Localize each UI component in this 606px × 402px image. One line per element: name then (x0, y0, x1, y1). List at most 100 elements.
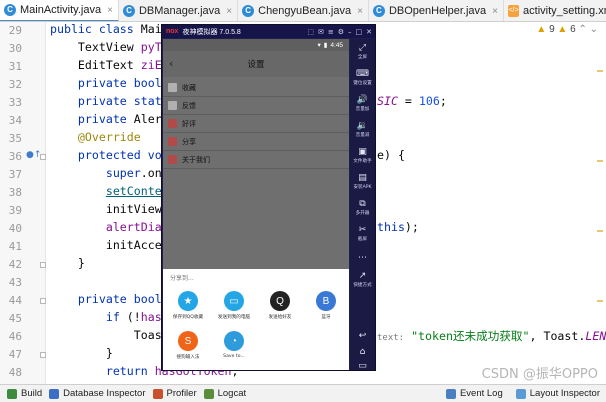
tool-icon: ⋯ (358, 253, 367, 263)
tool-label: 全屏 (357, 55, 368, 60)
close-tab-icon[interactable]: × (226, 6, 232, 17)
editor-scrollbar[interactable] (596, 40, 604, 380)
emulator-tool-3[interactable]: 🔉 音量减 (350, 121, 375, 138)
menu-icon[interactable]: ≡ (328, 28, 334, 36)
phone-screen[interactable]: ▾ ▮ 4:45 ‹ 设置 收藏 反馈 好评 分享 关于我们 分享到... ★ 保存到QQ… (163, 39, 349, 370)
code-line-44: private boolea (50, 292, 176, 306)
line-number: 46 (8, 330, 22, 343)
settings-item-4[interactable]: 关于我们 (163, 151, 349, 169)
emulator-tool-2[interactable]: 🔊 音量加 (350, 95, 375, 112)
back-arrow-icon[interactable]: ‹ (169, 57, 173, 70)
tool-icon: ⤢ (358, 43, 367, 53)
tab-0[interactable]: C MainActivity.java × (0, 0, 119, 21)
chevron-up-icon[interactable]: ⌃ (578, 24, 586, 35)
code-line-38: setContent (105, 184, 176, 198)
settings-item-1[interactable]: 反馈 (163, 97, 349, 115)
emulator-tool-1[interactable]: ⌨ 键位设置 (350, 69, 375, 86)
tab-2[interactable]: C ChengyuBean.java × (238, 0, 369, 21)
settings-icon[interactable]: ⚙ (338, 28, 344, 36)
fold-toggle-icon[interactable] (40, 154, 46, 160)
code-line-34: private AlertD (50, 112, 176, 126)
settings-item-0[interactable]: 收藏 (163, 79, 349, 97)
share-app-label: 蓝牙 (321, 315, 331, 320)
line-number: 45 (8, 312, 22, 325)
share-app-3[interactable]: B 蓝牙 (303, 291, 349, 320)
xml-icon: </> (508, 5, 520, 17)
tool-window-icon (49, 388, 60, 399)
line-number: 47 (8, 348, 22, 361)
status-time: 4:45 (330, 41, 343, 49)
share-app-4[interactable]: S 搜狗输入法 (165, 331, 211, 360)
statusbar-tool-label: Event Log (459, 388, 503, 399)
share-app-label: 保存到QQ收藏 (172, 315, 204, 320)
tab-4[interactable]: </>activity_setting.xml× (504, 0, 606, 21)
mail-icon[interactable]: ✉ (318, 28, 324, 36)
fold-toggle-icon[interactable] (40, 298, 46, 304)
fullscreen-icon[interactable]: ⬚ (307, 28, 314, 36)
code-overlap-40: this); (377, 220, 419, 234)
statusbar-right-0[interactable]: Event Log (445, 388, 503, 399)
tool-label: 音量加 (355, 107, 370, 112)
statusbar-tool-3[interactable]: Logcat (203, 388, 246, 399)
inspection-widget[interactable]: ▲ 9 ▲ 6 ⌃ ⌄ (536, 24, 598, 35)
emulator-titlebar[interactable]: nox 夜神模拟器 7.0.5.8 ⬚ ✉ ≡ ⚙ – □ ✕ (162, 25, 375, 38)
emulator-tool-4[interactable]: ▣ 文件助手 (350, 147, 375, 164)
emulator-tool-7[interactable]: ✂ 截屏 (350, 225, 375, 242)
share-app-icon: ◔ (224, 331, 244, 351)
emulator-tool-12[interactable]: ▭ (350, 361, 375, 371)
line-number: 34 (8, 114, 22, 127)
tool-window-icon (152, 388, 163, 399)
fold-toggle-icon[interactable] (40, 262, 46, 268)
statusbar-tool-label: Build (21, 388, 43, 399)
minimize-icon[interactable]: – (348, 28, 352, 36)
class-icon: C (242, 5, 255, 17)
share-app-5[interactable]: ◔ Save to... (211, 331, 257, 359)
tab-3[interactable]: C DBOpenHelper.java × (369, 0, 505, 21)
emulator-tool-0[interactable]: ⤢ 全屏 (350, 43, 375, 60)
close-tab-icon[interactable]: × (492, 6, 498, 17)
line-number: 35 (8, 132, 22, 145)
close-icon[interactable]: ✕ (366, 28, 372, 36)
share-app-1[interactable]: ▭ 发送到我的电脑 (211, 291, 257, 320)
code-line-29: public class MainA (50, 22, 176, 36)
emulator-tool-11[interactable]: ⌂ (350, 347, 375, 357)
tool-window-icon (7, 388, 17, 399)
line-number: 33 (8, 96, 22, 109)
share-app-label: 发送给好友 (268, 315, 292, 320)
close-tab-icon[interactable]: × (357, 6, 363, 17)
warning-icon: ▲ (536, 24, 547, 35)
settings-item-label: 关于我们 (182, 155, 210, 164)
emulator-tool-6[interactable]: ⧉ 多开器 (350, 199, 375, 216)
tab-label: MainActivity.java (20, 4, 102, 16)
line-number: 30 (8, 42, 22, 55)
statusbar-tool-1[interactable]: Database Inspector (49, 388, 146, 399)
tab-1[interactable]: C DBManager.java × (119, 0, 239, 21)
line-number: 38 (8, 186, 22, 199)
statusbar-right-1[interactable]: Layout Inspector (515, 388, 600, 399)
close-tab-icon[interactable]: × (107, 5, 113, 16)
maximize-icon[interactable]: □ (356, 28, 363, 36)
code-line-36: protected void (50, 148, 176, 162)
emulator-tool-9[interactable]: ↗ 快捷方式 (350, 271, 375, 288)
code-line-39: initView() (50, 202, 176, 216)
nox-logo: nox (166, 28, 179, 35)
settings-item-3[interactable]: 分享 (163, 133, 349, 151)
statusbar-tool-0[interactable]: Build (7, 388, 42, 399)
share-app-0[interactable]: ★ 保存到QQ收藏 (165, 291, 211, 320)
tool-icon: ↗ (358, 271, 367, 281)
emulator-tool-10[interactable]: ↩ (350, 331, 375, 341)
class-icon: C (372, 5, 385, 17)
emulator-tool-5[interactable]: ▤ 安装APK (350, 173, 375, 190)
nox-emulator-window[interactable]: nox 夜神模拟器 7.0.5.8 ⬚ ✉ ≡ ⚙ – □ ✕ ▾ ▮ 4:45… (161, 24, 376, 371)
emulator-tool-8[interactable]: ⋯ (350, 253, 375, 263)
line-number: 32 (8, 78, 22, 91)
fold-toggle-icon[interactable] (40, 352, 46, 358)
tool-icon: ✂ (358, 225, 367, 235)
tab-label: ChengyuBean.java (258, 5, 352, 17)
statusbar-tool-2[interactable]: Profiler (152, 388, 197, 399)
share-app-2[interactable]: Q 发送给好友 (257, 291, 303, 320)
code-overlap-33: SIC = 106; (377, 94, 447, 108)
wifi-icon: ▾ (317, 42, 321, 49)
chevron-down-icon[interactable]: ⌄ (590, 24, 598, 35)
settings-item-2[interactable]: 好评 (163, 115, 349, 133)
